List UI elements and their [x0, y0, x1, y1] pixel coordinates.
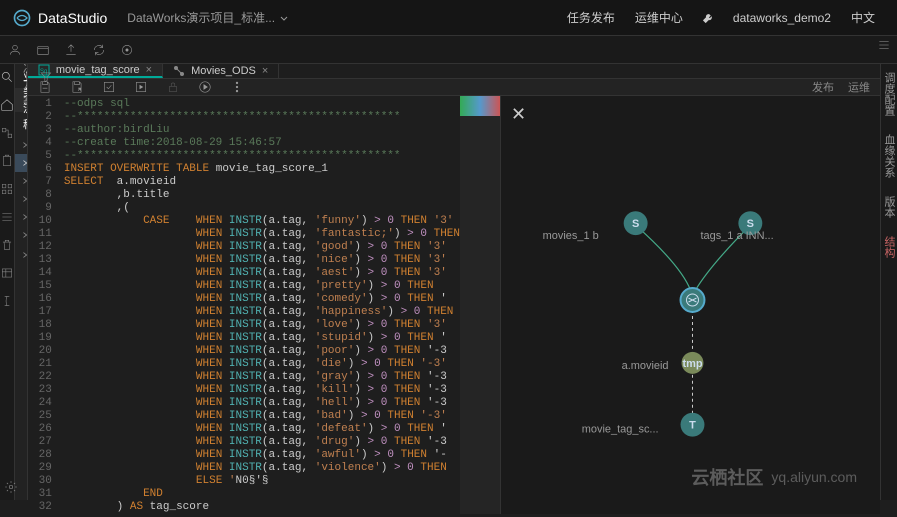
minimap[interactable]	[460, 96, 500, 514]
content-area: Sq movie_tag_score × Movies_ODS × 发布 运维	[28, 64, 880, 500]
lock-icon[interactable]	[166, 80, 180, 94]
grid-icon[interactable]	[0, 182, 14, 196]
graph-node-label: a.movieid	[622, 360, 669, 372]
gear-icon[interactable]	[4, 480, 18, 494]
tab-movies-ods[interactable]: Movies_ODS ×	[163, 64, 279, 78]
workflow-tree: 推荐引擎workshop DataWorks_Test Movi shanyun…	[15, 112, 27, 268]
code-content[interactable]: --odps sql--****************************…	[58, 96, 460, 514]
locate-icon[interactable]	[120, 43, 134, 57]
more-icon[interactable]	[230, 80, 244, 94]
graph-node-label: movies_1 b	[543, 230, 599, 242]
rail-version[interactable]: 版本	[881, 196, 897, 218]
refresh-icon[interactable]	[92, 43, 106, 57]
chevron-right-icon	[21, 213, 27, 221]
chevron-right-icon	[21, 195, 27, 203]
list-icon[interactable]	[0, 210, 14, 224]
submit-icon[interactable]	[102, 80, 116, 94]
tree-item[interactable]: zhr测试	[15, 244, 27, 266]
table-icon[interactable]	[0, 266, 14, 280]
clipboard-icon[interactable]	[0, 154, 14, 168]
svg-text:T: T	[689, 420, 696, 432]
tree-item[interactable]: WorkShop_0809	[15, 208, 27, 226]
language-switch[interactable]: 中文	[851, 9, 875, 26]
function-icon[interactable]	[0, 294, 14, 308]
logo: DataStudio	[12, 8, 107, 28]
rail-structure[interactable]: 结构	[881, 236, 897, 258]
chevron-right-icon	[21, 141, 27, 149]
task-publish-link[interactable]: 任务发布	[567, 9, 615, 26]
workspace-name[interactable]: dataworks_demo2	[733, 11, 831, 25]
upload-icon[interactable]	[64, 43, 78, 57]
chevron-right-icon	[21, 159, 27, 167]
sidebar-section-workflow[interactable]: 业务流程	[15, 88, 28, 112]
close-icon[interactable]: ✕	[511, 104, 526, 125]
line-gutter: 1234567891011121314151617181920212223242…	[28, 96, 58, 514]
chevron-down-icon	[279, 13, 289, 23]
node-icon	[173, 65, 185, 77]
svg-text:S: S	[747, 218, 754, 230]
code-editor[interactable]: 1234567891011121314151617181920212223242…	[28, 96, 500, 514]
chevron-right-icon	[21, 121, 27, 129]
editor-toolbar: 发布 运维	[28, 79, 880, 96]
tree-item[interactable]: shanyun828	[15, 172, 27, 190]
rail-lineage[interactable]: 血缘关系	[881, 134, 897, 178]
workflow-icon[interactable]	[0, 126, 14, 140]
editor-tabs: Sq movie_tag_score × Movies_ODS ×	[28, 64, 880, 79]
ops-center-link[interactable]: 运维中心	[635, 9, 683, 26]
lineage-graph-pane: ✕ S movies_1 b S tags_1 a INN... tmp	[500, 96, 880, 514]
lineage-graph[interactable]: S movies_1 b S tags_1 a INN... tmp a.mov…	[501, 96, 880, 514]
graph-node-label: tags_1 a INN...	[700, 230, 773, 242]
trash-icon[interactable]	[0, 238, 14, 252]
chevron-right-icon	[21, 251, 27, 259]
product-name: DataStudio	[38, 10, 107, 26]
right-rail: 调度配置 血缘关系 版本 结构	[880, 64, 897, 500]
submit-run-icon[interactable]	[134, 80, 148, 94]
rail-schedule-config[interactable]: 调度配置	[881, 72, 897, 116]
chevron-right-icon	[21, 231, 27, 239]
graph-node-label: movie_tag_sc...	[582, 424, 659, 436]
close-icon[interactable]: ×	[146, 64, 152, 76]
publish-link[interactable]: 发布	[812, 79, 834, 95]
ops-link[interactable]: 运维	[848, 79, 870, 95]
project-name: DataWorks演示项目_标准...	[127, 9, 275, 26]
close-icon[interactable]: ×	[262, 65, 268, 77]
project-dropdown[interactable]: DataWorks演示项目_标准...	[127, 9, 289, 26]
search-icon[interactable]	[0, 70, 14, 84]
left-rail	[0, 64, 15, 500]
tree-item[interactable]: WorkShop_Movie	[15, 226, 27, 244]
tree-item[interactable]: DataWorks_Test	[15, 136, 27, 154]
global-toolbar	[0, 36, 897, 64]
svg-text:S: S	[632, 218, 639, 230]
save-as-icon[interactable]	[70, 80, 84, 94]
header: DataStudio DataWorks演示项目_标准... 任务发布 运维中心…	[0, 0, 897, 36]
tree-item[interactable]: workshop	[15, 190, 27, 208]
run-icon[interactable]	[198, 80, 212, 94]
menu-icon[interactable]	[877, 38, 891, 52]
new-folder-icon[interactable]	[36, 43, 50, 57]
svg-text:tmp: tmp	[682, 358, 702, 370]
tree-item-selected[interactable]: Movi	[15, 154, 27, 172]
home-icon[interactable]	[0, 98, 14, 112]
filter-icon[interactable]	[39, 70, 53, 84]
chevron-right-icon	[21, 177, 27, 185]
logo-icon	[12, 8, 32, 28]
wrench-icon[interactable]	[701, 11, 715, 25]
sidebar: 解决方案 业务流程 推荐引擎workshop DataWorks_Test Mo…	[15, 64, 28, 500]
user-icon[interactable]	[8, 43, 22, 57]
